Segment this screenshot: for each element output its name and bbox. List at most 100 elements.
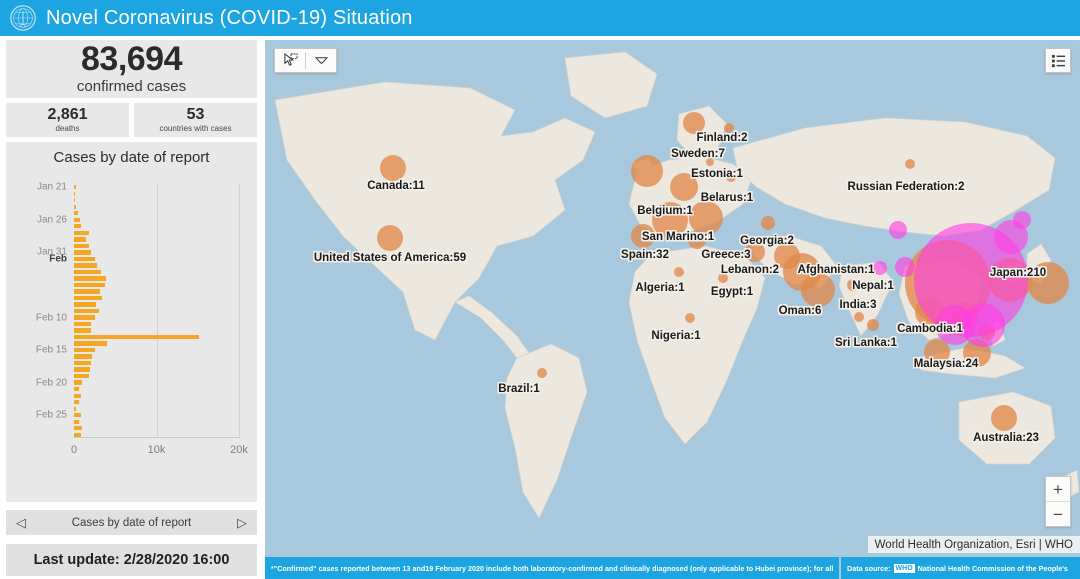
chart-bar[interactable] [74, 289, 101, 294]
map-case-circle[interactable] [674, 267, 684, 277]
chart-bar[interactable] [74, 191, 75, 196]
map-case-circle[interactable] [537, 368, 547, 378]
chart-bar[interactable] [74, 406, 77, 411]
chart-bar[interactable] [74, 230, 89, 235]
who-badge: WHO [893, 563, 915, 573]
chart-bar[interactable] [74, 432, 82, 437]
chart-gridline [156, 184, 158, 438]
zoom-out-button[interactable]: − [1046, 502, 1070, 526]
chart-bar[interactable] [74, 386, 79, 392]
chart-bar[interactable] [74, 328, 91, 333]
chart-bar[interactable] [74, 256, 96, 262]
chart-bar[interactable] [74, 341, 107, 346]
chart-bar[interactable] [74, 426, 82, 431]
chart-bar[interactable] [74, 373, 89, 379]
chart-bar[interactable] [74, 211, 79, 216]
last-update-card: Last update: 2/28/2020 16:00 [6, 544, 257, 576]
chart-bar[interactable] [74, 204, 77, 209]
last-update-text: Last update: 2/28/2020 16:00 [33, 552, 230, 568]
chart-bar[interactable] [74, 347, 96, 353]
map-case-circle[interactable] [689, 201, 723, 235]
map-case-circle[interactable] [905, 159, 915, 169]
map-country-label: Australia:23 [973, 432, 1039, 444]
map-country-label: Egypt:1 [710, 286, 754, 298]
map-country-label: Greece:3 [701, 249, 751, 261]
map-country-label: Georgia:2 [740, 235, 794, 247]
chart-bar[interactable] [74, 321, 91, 327]
source-rest: National Health Commission of the People… [917, 563, 1068, 573]
chevron-down-icon[interactable] [306, 49, 336, 72]
map-case-circle[interactable] [895, 257, 915, 277]
map-case-circle[interactable] [683, 112, 705, 134]
map-case-circle[interactable] [991, 405, 1017, 431]
map-country-label: Cambodia:1 [897, 323, 963, 335]
chart-bar[interactable] [74, 413, 81, 418]
pager-label: Cases by date of report [71, 516, 192, 529]
map-country-label: Brazil:1 [498, 383, 540, 395]
chevron-right-icon[interactable]: ▷ [237, 516, 247, 529]
chart-bar[interactable] [74, 334, 199, 340]
map-case-circle[interactable] [377, 225, 403, 251]
chart-bar[interactable] [74, 302, 97, 307]
map-zoom-controls[interactable]: + − [1045, 476, 1071, 527]
map-case-circle[interactable] [961, 303, 1005, 347]
chart-ytick-label: Feb 15 [35, 344, 67, 356]
map-attribution: World Health Organization, Esri | WHO [867, 536, 1080, 553]
chart-bar[interactable] [74, 308, 99, 314]
map-case-circle[interactable] [685, 313, 695, 323]
chart-bar[interactable] [74, 400, 80, 405]
chart-bar[interactable] [74, 360, 91, 366]
map-case-circle[interactable] [867, 319, 879, 331]
chart-bar[interactable] [74, 250, 92, 255]
map-case-circle[interactable] [873, 261, 887, 275]
map-case-circle[interactable] [380, 155, 406, 181]
chart-bar[interactable] [74, 380, 83, 385]
chart-bar[interactable] [74, 367, 90, 372]
map-country-label: Nepal:1 [852, 280, 894, 292]
map-case-circle[interactable] [631, 155, 663, 187]
chart-bar[interactable] [74, 198, 76, 203]
page-title: Novel Coronavirus (COVID-19) Situation [46, 6, 413, 29]
chart-xtick-label: 10k [147, 444, 166, 456]
chart-bar[interactable] [74, 419, 79, 424]
chart-bar[interactable] [74, 237, 87, 242]
map-country-label: United States of America:59 [313, 252, 467, 264]
chart-bar[interactable] [74, 185, 77, 190]
map-country-label: San Marino:1 [641, 231, 715, 243]
map-case-circle[interactable] [854, 312, 864, 322]
chart-bar[interactable] [74, 269, 101, 275]
chart-ytick-label: Jan 26 [36, 214, 67, 226]
map-country-label: Nigeria:1 [651, 330, 701, 342]
map-country-label: Algeria:1 [635, 282, 685, 294]
map-case-circle[interactable] [1013, 211, 1031, 229]
chart-bar[interactable] [74, 354, 92, 359]
select-tool-icon[interactable] [275, 49, 305, 72]
map-country-label: Malaysia:24 [913, 358, 979, 370]
countries-label: countries with cases [159, 124, 232, 133]
chart-bar[interactable] [74, 263, 98, 268]
chart-bar[interactable] [74, 315, 95, 320]
map-case-circle[interactable] [801, 273, 835, 307]
chart-bar[interactable] [74, 217, 80, 222]
deaths-value: 2,861 [47, 106, 88, 124]
confirmed-cases-card: 83,694 confirmed cases [6, 40, 257, 98]
chart-bar[interactable] [74, 282, 105, 288]
map-case-circle[interactable] [889, 221, 907, 239]
chevron-left-icon[interactable]: ◁ [16, 516, 26, 529]
chart-bar[interactable] [74, 243, 89, 249]
map-country-label: Sri Lanka:1 [835, 337, 897, 349]
map-case-circle[interactable] [761, 216, 775, 230]
chart-pager[interactable]: ◁ Cases by date of report ▷ [6, 510, 257, 535]
world-map[interactable]: Canada:11 United States of America:59 Braz… [265, 40, 1080, 579]
legend-list-icon[interactable] [1045, 48, 1071, 73]
map-select-toolbar[interactable] [274, 48, 337, 73]
chart-bar[interactable] [74, 393, 81, 398]
chart-bar[interactable] [74, 224, 81, 229]
zoom-in-button[interactable]: + [1046, 477, 1070, 501]
map-country-label: Oman:6 [778, 305, 822, 317]
chart-bar[interactable] [74, 276, 107, 281]
map-country-label: Spain:32 [621, 249, 669, 261]
map-country-label: Canada:11 [367, 180, 425, 192]
chart-bar[interactable] [74, 295, 103, 301]
footnote-text: *"Confirmed" cases reported between 13 a… [271, 563, 834, 573]
